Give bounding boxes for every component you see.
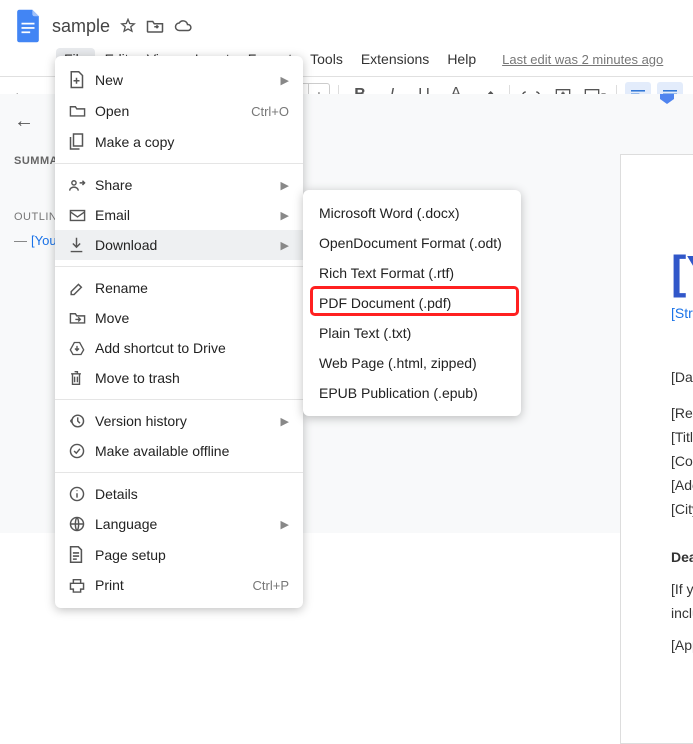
chevron-right-icon: ▶ (281, 74, 289, 87)
file-menu: New ▶ Open Ctrl+O Make a copy Share ▶ Em… (55, 56, 303, 608)
page-body: inclu (671, 605, 693, 621)
download-txt[interactable]: Plain Text (.txt) (303, 318, 521, 348)
file-menu-language[interactable]: Language ▶ (55, 509, 303, 539)
file-menu-offline[interactable]: Make available offline (55, 436, 303, 466)
file-menu-email[interactable]: Email ▶ (55, 200, 303, 230)
last-edit-link[interactable]: Last edit was 2 minutes ago (502, 52, 663, 67)
page-heading: [Y (671, 245, 693, 299)
globe-icon (69, 516, 95, 532)
chevron-right-icon: ▶ (281, 209, 289, 222)
folder-open-icon (69, 104, 95, 118)
history-icon (69, 413, 95, 429)
menu-help[interactable]: Help (439, 48, 484, 70)
ruler-indent-marker[interactable] (660, 94, 674, 104)
chevron-right-icon: ▶ (281, 518, 289, 531)
download-pdf[interactable]: PDF Document (.pdf) (303, 288, 521, 318)
file-menu-download[interactable]: Download ▶ (55, 230, 303, 260)
trash-icon (69, 370, 95, 386)
star-icon[interactable] (120, 18, 136, 34)
page-dear: Dea (671, 549, 693, 565)
download-docx[interactable]: Microsoft Word (.docx) (303, 198, 521, 228)
file-menu-version-history[interactable]: Version history ▶ (55, 406, 303, 436)
rename-icon (69, 280, 95, 296)
share-icon (69, 178, 95, 192)
page-line: [Adc (671, 477, 693, 493)
chevron-right-icon: ▶ (281, 179, 289, 192)
docs-logo-icon[interactable] (14, 8, 42, 44)
menu-extensions[interactable]: Extensions (353, 48, 437, 70)
copy-icon (69, 133, 95, 150)
file-menu-rename[interactable]: Rename (55, 273, 303, 303)
page-body: [If yo (671, 581, 693, 597)
file-menu-open[interactable]: Open Ctrl+O (55, 96, 303, 126)
file-menu-print[interactable]: Print Ctrl+P (55, 570, 303, 600)
page-line: [City (671, 501, 693, 517)
download-submenu: Microsoft Word (.docx) OpenDocument Form… (303, 190, 521, 416)
move-folder-icon[interactable] (146, 18, 164, 34)
page-body: [App (671, 637, 693, 653)
info-icon (69, 486, 95, 502)
document-page[interactable]: [Y [Stre [Dat [Rec [Titl [Cor [Adc [City… (620, 154, 693, 744)
file-menu-trash[interactable]: Move to trash (55, 363, 303, 393)
email-icon (69, 209, 95, 222)
page-address: [Stre (671, 305, 693, 321)
cloud-status-icon[interactable] (174, 19, 192, 33)
chevron-right-icon: ▶ (281, 415, 289, 428)
page-line: [Cor (671, 453, 693, 469)
file-menu-new[interactable]: New ▶ (55, 64, 303, 96)
offline-icon (69, 443, 95, 459)
menu-tools[interactable]: Tools (302, 48, 351, 70)
download-html[interactable]: Web Page (.html, zipped) (303, 348, 521, 378)
file-menu-add-shortcut[interactable]: Add shortcut to Drive (55, 333, 303, 363)
file-menu-move[interactable]: Move (55, 303, 303, 333)
download-icon (69, 237, 95, 253)
file-menu-make-copy[interactable]: Make a copy (55, 126, 303, 157)
download-rtf[interactable]: Rich Text Format (.rtf) (303, 258, 521, 288)
print-icon (69, 578, 95, 593)
page-setup-icon (69, 546, 95, 563)
chevron-right-icon: ▶ (281, 239, 289, 252)
move-icon (69, 311, 95, 325)
page-line: [Rec (671, 405, 693, 421)
download-epub[interactable]: EPUB Publication (.epub) (303, 378, 521, 408)
drive-shortcut-icon (69, 341, 95, 356)
page-line: [Dat (671, 369, 693, 385)
file-menu-details[interactable]: Details (55, 479, 303, 509)
file-menu-share[interactable]: Share ▶ (55, 170, 303, 200)
page-line: [Titl (671, 429, 693, 445)
document-title[interactable]: sample (52, 16, 110, 37)
download-odt[interactable]: OpenDocument Format (.odt) (303, 228, 521, 258)
new-doc-icon (69, 71, 95, 89)
file-menu-page-setup[interactable]: Page setup (55, 539, 303, 570)
